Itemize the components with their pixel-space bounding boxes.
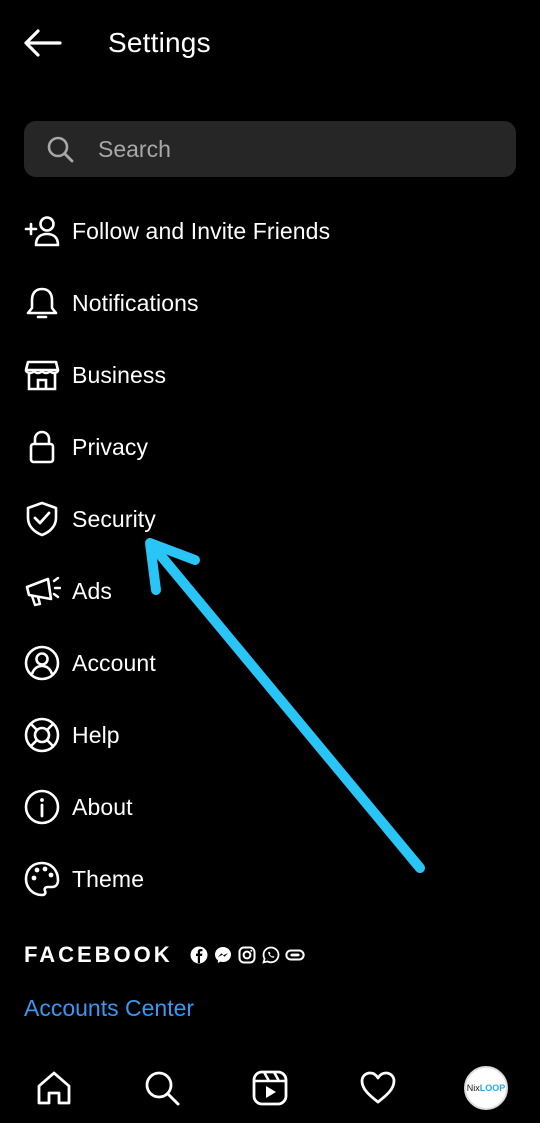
menu-item-label: Notifications: [72, 289, 199, 316]
menu-item-security[interactable]: Security: [0, 483, 540, 555]
instagram-icon: [237, 945, 257, 965]
nav-search-button[interactable]: [134, 1060, 190, 1116]
home-icon: [37, 1071, 71, 1105]
menu-item-label: Account: [72, 649, 156, 676]
facebook-app-icons: [189, 945, 309, 965]
menu-item-label: About: [72, 793, 133, 820]
bell-icon: [23, 284, 61, 322]
menu-item-label: Ads: [72, 577, 112, 604]
storefront-icon: [23, 356, 61, 394]
arrow-left-icon: [24, 29, 62, 57]
nav-profile-button[interactable]: NixLOOP: [458, 1060, 514, 1116]
back-button[interactable]: [20, 24, 64, 62]
menu-item-label: Business: [72, 361, 167, 388]
user-circle-icon: [23, 644, 61, 682]
search-input[interactable]: [96, 134, 480, 164]
search-icon: [46, 135, 74, 163]
shield-check-icon: [23, 500, 61, 538]
facebook-icon: [189, 945, 209, 965]
menu-item-label: Follow and Invite Friends: [72, 217, 331, 244]
menu-item-label: Help: [72, 721, 120, 748]
facebook-title: FACEBOOK: [24, 942, 173, 967]
menu-item-account[interactable]: Account: [0, 627, 540, 699]
whatsapp-icon: [261, 945, 281, 965]
portal-icon: [285, 945, 305, 965]
messenger-icon: [213, 945, 233, 965]
palette-icon: [23, 860, 61, 898]
info-icon: [23, 788, 61, 826]
menu-item-label: Security: [72, 505, 156, 532]
menu-item-notifications[interactable]: Notifications: [0, 267, 540, 339]
nav-reels-button[interactable]: [242, 1060, 298, 1116]
bottom-navigation: NixLOOP: [0, 1053, 540, 1123]
heart-icon: [360, 1071, 396, 1104]
menu-item-help[interactable]: Help: [0, 699, 540, 771]
menu-item-business[interactable]: Business: [0, 339, 540, 411]
page-title: Settings: [108, 27, 211, 58]
search-bar[interactable]: [24, 121, 516, 177]
settings-menu: Follow and Invite Friends Notifications …: [0, 195, 540, 915]
menu-item-label: Privacy: [72, 433, 149, 460]
menu-item-ads[interactable]: Ads: [0, 555, 540, 627]
nav-activity-button[interactable]: [350, 1060, 406, 1116]
profile-avatar: NixLOOP: [464, 1066, 508, 1110]
menu-item-theme[interactable]: Theme: [0, 843, 540, 915]
lifebuoy-icon: [23, 716, 61, 754]
avatar-logo-text: NixLOOP: [466, 1083, 506, 1093]
lock-icon: [23, 428, 61, 466]
megaphone-icon: [23, 572, 61, 610]
nav-home-button[interactable]: [26, 1060, 82, 1116]
menu-item-follow-invite[interactable]: Follow and Invite Friends: [0, 195, 540, 267]
accounts-center-link[interactable]: Accounts Center: [24, 995, 194, 1022]
add-person-icon: [23, 212, 61, 250]
menu-item-about[interactable]: About: [0, 771, 540, 843]
header: Settings: [0, 0, 540, 86]
search-icon: [145, 1071, 180, 1106]
reels-icon: [252, 1070, 288, 1106]
menu-item-label: Theme: [72, 865, 145, 892]
facebook-section: FACEBOOK: [24, 942, 309, 968]
menu-item-privacy[interactable]: Privacy: [0, 411, 540, 483]
